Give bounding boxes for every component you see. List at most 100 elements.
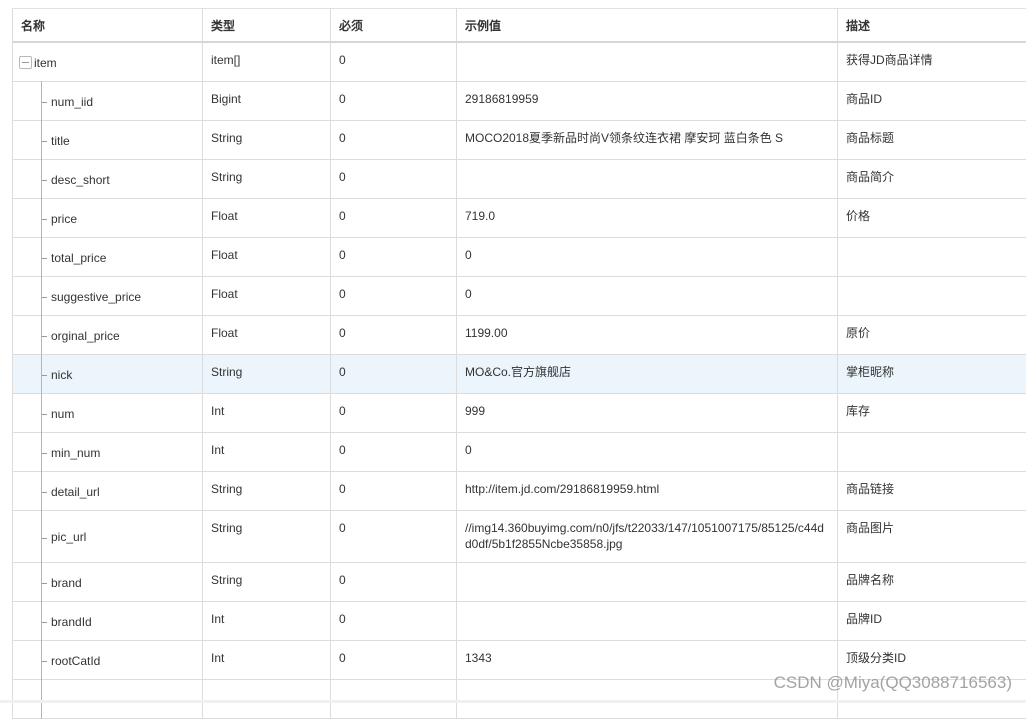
description-cell bbox=[838, 276, 1026, 315]
field-name: brandId bbox=[51, 614, 92, 630]
name-cell: price bbox=[13, 198, 203, 237]
tree-branch-icon bbox=[42, 141, 47, 142]
table-row[interactable]: orginal_priceFloat01199.00原价 bbox=[13, 315, 1026, 354]
type-cell bbox=[203, 679, 331, 718]
tree-branch-icon bbox=[42, 336, 47, 337]
tree-branch-icon bbox=[42, 583, 47, 584]
required-cell: 0 bbox=[331, 315, 457, 354]
field-name: rootCatId bbox=[51, 653, 100, 669]
table-row[interactable]: numInt0999库存 bbox=[13, 393, 1026, 432]
required-cell: 0 bbox=[331, 120, 457, 159]
name-cell: num bbox=[13, 393, 203, 432]
field-name: min_num bbox=[51, 445, 100, 461]
description-cell: 商品简介 bbox=[838, 159, 1026, 198]
description-cell: 品牌ID bbox=[838, 601, 1026, 640]
table-row-root-item[interactable]: item item[] 0 获得JD商品详情 bbox=[13, 42, 1026, 81]
required-cell: 0 bbox=[331, 471, 457, 510]
collapse-minus-icon[interactable] bbox=[19, 56, 32, 69]
type-cell: String bbox=[203, 354, 331, 393]
example-cell: 0 bbox=[457, 432, 838, 471]
name-cell: brandId bbox=[13, 601, 203, 640]
table-row[interactable]: min_numInt00 bbox=[13, 432, 1026, 471]
table-row[interactable]: suggestive_priceFloat00 bbox=[13, 276, 1026, 315]
field-name: title bbox=[51, 133, 70, 149]
field-name: item bbox=[34, 55, 57, 71]
name-cell: suggestive_price bbox=[13, 276, 203, 315]
example-cell: 999 bbox=[457, 393, 838, 432]
tree-branch-icon bbox=[42, 102, 47, 103]
description-cell bbox=[838, 237, 1026, 276]
type-cell: Bigint bbox=[203, 81, 331, 120]
description-cell: 商品链接 bbox=[838, 471, 1026, 510]
table-row[interactable]: price Float0719.0价格 bbox=[13, 198, 1026, 237]
required-cell: 0 bbox=[331, 237, 457, 276]
tree-branch-icon bbox=[42, 453, 47, 454]
table-row[interactable]: num_iidBigint029186819959商品ID bbox=[13, 81, 1026, 120]
field-name: detail_url bbox=[51, 484, 100, 500]
description-cell: 价格 bbox=[838, 198, 1026, 237]
required-cell: 0 bbox=[331, 393, 457, 432]
required-cell: 0 bbox=[331, 432, 457, 471]
required-cell: 0 bbox=[331, 159, 457, 198]
description-cell: 商品图片 bbox=[838, 510, 1026, 562]
field-name: price bbox=[51, 211, 77, 227]
example-cell: 719.0 bbox=[457, 198, 838, 237]
tree-branch-icon bbox=[42, 375, 47, 376]
type-cell: String bbox=[203, 510, 331, 562]
type-cell: item[] bbox=[203, 42, 331, 81]
name-cell: num_iid bbox=[13, 81, 203, 120]
table-header-row: 名称 类型 必须 示例值 描述 bbox=[13, 9, 1026, 43]
tree-branch-icon bbox=[42, 622, 47, 623]
table-row[interactable]: brandString0品牌名称 bbox=[13, 562, 1026, 601]
type-cell: String bbox=[203, 471, 331, 510]
tree-branch-icon bbox=[42, 661, 47, 662]
column-header-description: 描述 bbox=[838, 9, 1026, 43]
type-cell: Float bbox=[203, 198, 331, 237]
example-cell: //img14.360buyimg.com/n0/jfs/t22033/147/… bbox=[457, 510, 838, 562]
table-row[interactable]: titleString0MOCO2018夏季新品时尚V领条纹连衣裙 摩安珂 蓝白… bbox=[13, 120, 1026, 159]
field-name: brand bbox=[51, 575, 82, 591]
required-cell: 0 bbox=[331, 198, 457, 237]
table-row[interactable]: detail_url String0http://item.jd.com/2918… bbox=[13, 471, 1026, 510]
table-row[interactable]: nickString0MO&Co.官方旗舰店掌柜昵称 bbox=[13, 354, 1026, 393]
tree-branch-icon bbox=[42, 414, 47, 415]
table-row[interactable]: total_priceFloat00 bbox=[13, 237, 1026, 276]
example-cell bbox=[457, 562, 838, 601]
name-cell bbox=[13, 679, 203, 718]
table-row[interactable]: pic_url String0//img14.360buyimg.com/n0/j… bbox=[13, 510, 1026, 562]
tree-branch-icon bbox=[42, 219, 47, 220]
type-cell: Int bbox=[203, 393, 331, 432]
tree-branch-icon bbox=[42, 297, 47, 298]
description-cell: 库存 bbox=[838, 393, 1026, 432]
field-name: nick bbox=[51, 367, 72, 383]
table-row[interactable]: brandIdInt0品牌ID bbox=[13, 601, 1026, 640]
tree-branch-icon bbox=[42, 180, 47, 181]
field-name: orginal_price bbox=[51, 328, 120, 344]
type-cell: Float bbox=[203, 276, 331, 315]
api-params-table-container: 名称 类型 必须 示例值 描述 item item[] 0 获得JD商品详情 bbox=[12, 8, 1026, 719]
field-name: suggestive_price bbox=[51, 289, 141, 305]
field-name: pic_url bbox=[51, 529, 86, 545]
type-cell: Int bbox=[203, 601, 331, 640]
required-cell: 0 bbox=[331, 562, 457, 601]
description-cell: 商品ID bbox=[838, 81, 1026, 120]
required-cell: 0 bbox=[331, 510, 457, 562]
tree-connector-line bbox=[41, 679, 42, 719]
table-row[interactable]: desc_short String0 商品简介 bbox=[13, 159, 1026, 198]
field-name: desc_short bbox=[51, 172, 110, 188]
description-cell bbox=[838, 432, 1026, 471]
api-params-table: 名称 类型 必须 示例值 描述 item item[] 0 获得JD商品详情 bbox=[12, 8, 1026, 719]
name-cell: total_price bbox=[13, 237, 203, 276]
type-cell: Float bbox=[203, 315, 331, 354]
name-cell: desc_short bbox=[13, 159, 203, 198]
column-header-type: 类型 bbox=[203, 9, 331, 43]
example-cell: http://item.jd.com/29186819959.html bbox=[457, 471, 838, 510]
example-cell bbox=[457, 42, 838, 81]
type-cell: String bbox=[203, 159, 331, 198]
type-cell: Int bbox=[203, 432, 331, 471]
description-cell: 获得JD商品详情 bbox=[838, 42, 1026, 81]
field-name: total_price bbox=[51, 250, 106, 266]
description-cell: 商品标题 bbox=[838, 120, 1026, 159]
field-name: num_iid bbox=[51, 94, 93, 110]
example-cell: MO&Co.官方旗舰店 bbox=[457, 354, 838, 393]
